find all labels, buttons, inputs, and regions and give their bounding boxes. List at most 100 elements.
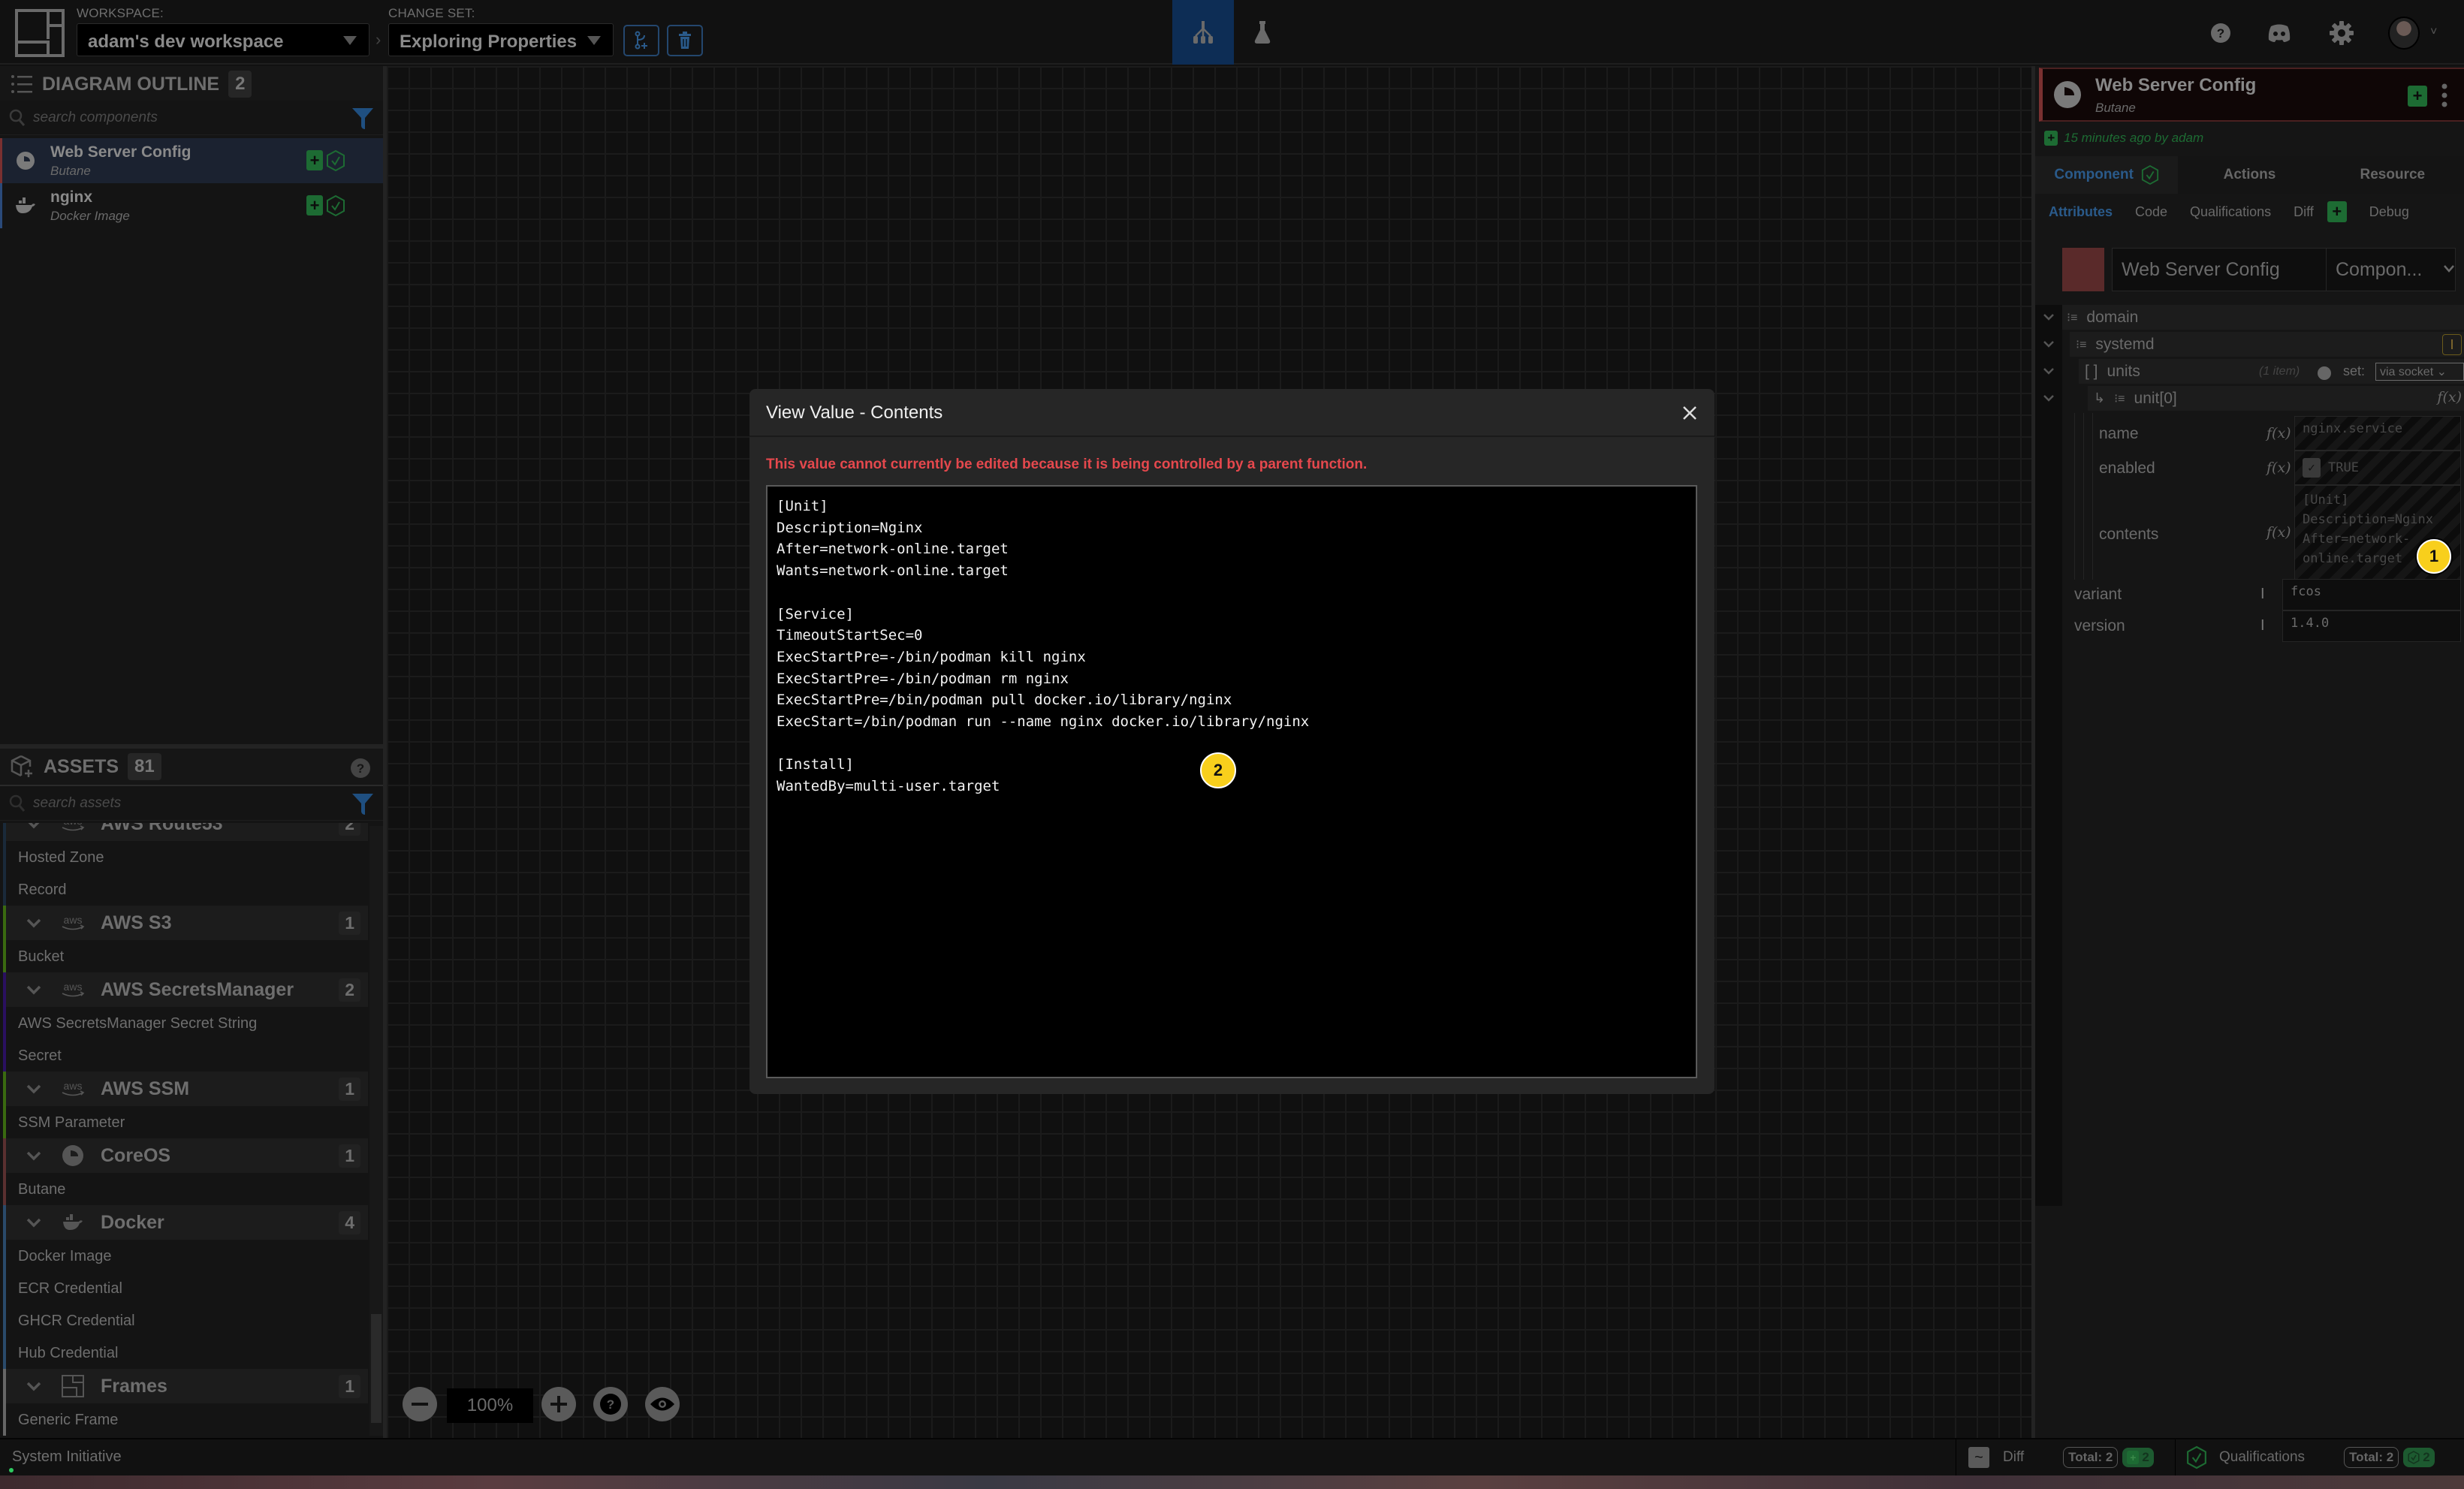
modal-divider [749, 436, 1715, 437]
chevron-down-icon[interactable] [26, 918, 42, 928]
qualification-passed-icon [327, 195, 345, 216]
settings-button[interactable] [2327, 18, 2357, 48]
asset-category-aws-s3[interactable]: aws AWS S3 1 [3, 906, 368, 940]
component-name-row: Web Server Config Compon... [2062, 248, 2456, 291]
asset-category-count: 2 [339, 978, 360, 1002]
tab-component[interactable]: Component [2035, 156, 2179, 194]
asset-item[interactable]: AWS SecretsManager Secret String [3, 1007, 368, 1039]
subtab-code[interactable]: Code [2135, 204, 2167, 220]
docker-icon [59, 1214, 87, 1231]
asset-category-coreos[interactable]: CoreOS 1 [3, 1138, 368, 1173]
zoom-level[interactable]: 100% [447, 1388, 533, 1423]
component-search-input[interactable]: search components [33, 110, 158, 126]
chevron-down-icon[interactable] [26, 1217, 42, 1228]
user-avatar[interactable] [2388, 17, 2420, 50]
tab-resource[interactable]: Resource [2321, 156, 2464, 194]
asset-search-input[interactable]: search assets [33, 795, 121, 812]
abandon-changeset-button[interactable] [667, 25, 703, 56]
asset-category-aws-route53[interactable]: aws AWS Route53 2 [3, 823, 368, 841]
chevron-down-icon[interactable] [26, 1084, 42, 1094]
subtab-debug[interactable]: Debug [2369, 204, 2409, 220]
subtab-attributes[interactable]: Attributes [2049, 204, 2113, 220]
asset-item[interactable]: Hub Credential [3, 1337, 368, 1369]
diff-summary[interactable]: ~ Diff Total: 2 + 2 [1956, 1439, 2175, 1475]
filter-icon[interactable] [351, 107, 374, 131]
qualification-passed-icon [2187, 1445, 2206, 1469]
asset-category-aws-ssm[interactable]: aws AWS SSM 1 [3, 1072, 368, 1106]
subtab-diff[interactable]: Diff + [2294, 201, 2347, 222]
asset-item[interactable]: Generic Frame [3, 1403, 368, 1436]
asset-item[interactable]: Hosted Zone [3, 841, 368, 873]
asset-list-scrollbar[interactable] [369, 826, 383, 1436]
asset-category-docker[interactable]: Docker 4 [3, 1205, 368, 1240]
system-initiative-logo[interactable] [15, 9, 65, 57]
version-value[interactable]: 1.4.0 [2282, 610, 2461, 642]
discord-icon [2268, 24, 2291, 42]
component-color-swatch[interactable] [2062, 248, 2104, 291]
chevron-down-icon[interactable] [26, 1150, 42, 1161]
tree-row-label: systemd [2095, 335, 2155, 353]
tree-row-domain[interactable]: ⁝≡ domain [2062, 305, 2464, 330]
svg-text:aws: aws [64, 1080, 83, 1092]
asset-category-frames[interactable]: Frames 1 [3, 1369, 368, 1403]
asset-item[interactable]: Record [3, 873, 368, 906]
asset-item[interactable]: Bucket [3, 940, 368, 972]
chevron-down-icon[interactable]: ˅ [2430, 26, 2437, 39]
checkbox-checked-icon[interactable]: ✓ [2303, 458, 2321, 478]
help-button[interactable]: ? [2206, 18, 2236, 48]
subtab-qualifications[interactable]: Qualifications [2190, 204, 2271, 220]
discord-button[interactable] [2264, 18, 2294, 48]
chevron-down-icon[interactable] [26, 1381, 42, 1391]
component-search[interactable]: search components [0, 101, 383, 135]
asset-item[interactable]: ECR Credential [3, 1272, 368, 1304]
scrollbar-thumb[interactable] [371, 1314, 382, 1423]
tab-lab[interactable] [1232, 0, 1293, 65]
added-badge-icon: + [2408, 86, 2427, 107]
asset-item[interactable]: GHCR Credential [3, 1304, 368, 1337]
canvas-help-button[interactable]: ? [593, 1387, 628, 1421]
outline-item-nginx[interactable]: nginx Docker Image + [0, 183, 383, 228]
tab-model[interactable] [1172, 0, 1234, 65]
asset-item[interactable]: Butane [3, 1173, 368, 1205]
zoom-in-button[interactable] [541, 1387, 576, 1421]
prop-version: version [2074, 617, 2125, 635]
component-name-input[interactable]: Web Server Config [2112, 248, 2327, 291]
tree-row-units[interactable]: [ ] units (1 item) set: via socket ⌄ [2079, 359, 2464, 384]
qualifications-summary[interactable]: Qualifications Total: 2 2 [2175, 1439, 2464, 1475]
zoom-out-button[interactable] [403, 1387, 437, 1421]
plus-icon [550, 1396, 567, 1412]
name-value[interactable]: nginx.service [2294, 416, 2461, 451]
asset-category-count: 1 [339, 1144, 360, 1168]
create-changeset-button[interactable] [623, 25, 659, 56]
prop-enabled: enabled [2099, 460, 2155, 478]
toggle-visibility-button[interactable] [645, 1387, 680, 1421]
modal-title: View Value - Contents [766, 402, 943, 423]
workspace-select[interactable]: adam's dev workspace [77, 23, 369, 56]
changeset-select[interactable]: Exploring Properties [388, 23, 614, 56]
help-icon[interactable]: ? [350, 758, 371, 779]
prop-label: variant [2074, 586, 2122, 603]
chevron-down-icon[interactable] [2443, 264, 2455, 273]
set-manually-icon[interactable]: I [2442, 334, 2462, 355]
enabled-value[interactable]: ✓ TRUE [2294, 451, 2461, 485]
filter-icon[interactable] [351, 792, 374, 816]
close-button[interactable] [1678, 402, 1701, 425]
chevron-down-icon [2043, 395, 2054, 402]
tree-row-systemd[interactable]: ⁝≡ systemd I [2070, 332, 2464, 357]
asset-item[interactable]: SSM Parameter [3, 1106, 368, 1138]
more-vertical-icon[interactable] [2441, 83, 2448, 108]
chevron-down-icon[interactable] [26, 823, 42, 829]
asset-item[interactable]: Docker Image [3, 1240, 368, 1272]
prop-variant: variant [2074, 586, 2122, 604]
outline-item-web-server-config[interactable]: Web Server Config Butane + [0, 138, 383, 183]
tree-chevrons[interactable] [2043, 312, 2055, 432]
asset-search[interactable]: search assets [0, 786, 383, 821]
set-source-select[interactable]: via socket ⌄ [2375, 363, 2464, 381]
asset-category-aws-secretsmanager[interactable]: aws AWS SecretsManager 2 [3, 972, 368, 1007]
chevron-down-icon[interactable] [26, 984, 42, 995]
component-type-select[interactable]: Compon... [2327, 248, 2456, 291]
tree-row-unit0[interactable]: ↳ ⁝≡ unit[0] f(x) [2088, 386, 2464, 411]
asset-item[interactable]: Secret [3, 1039, 368, 1072]
tab-actions[interactable]: Actions [2178, 156, 2321, 194]
variant-value[interactable]: fcos [2282, 579, 2461, 610]
